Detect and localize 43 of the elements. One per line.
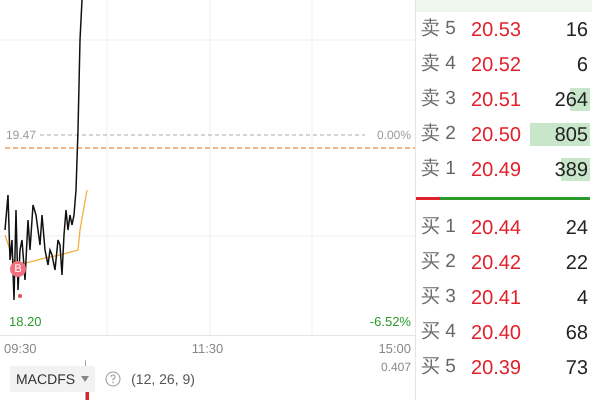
time-label: 15:00 [378, 340, 411, 358]
level-label: 买 2 [421, 250, 457, 274]
time-label: 11:30 [192, 340, 224, 358]
indicator-params: (12, 26, 9) [131, 370, 195, 389]
price-text: 20.39 [471, 356, 522, 380]
volume-text: 6 [576, 52, 588, 78]
volume-text: 16 [566, 18, 588, 42]
level-label: 卖 2 [421, 122, 457, 146]
level-label: 买 4 [421, 320, 457, 344]
price-text: 20.42 [471, 250, 522, 276]
price-text: 20.53 [471, 18, 522, 42]
volume-text: 24 [566, 216, 588, 240]
low-percent: -6.52% [370, 313, 411, 331]
price-text: 20.51 [471, 88, 522, 112]
low-price: 18.20 [9, 313, 42, 331]
indicator-value: 0.407 [380, 359, 411, 376]
volume-text: 73 [566, 356, 588, 380]
volume-text: 68 [566, 320, 588, 346]
level-label: 买 3 [421, 285, 457, 310]
volume-text: 389 [554, 158, 588, 182]
level-label: 卖 5 [421, 17, 457, 42]
price-text: 20.41 [471, 286, 522, 310]
caret-icon [81, 376, 90, 382]
price-text: 20.44 [471, 216, 522, 240]
indicator-dropdown[interactable]: MACDFS [10, 366, 96, 392]
reference-price: 19.47 [6, 127, 36, 144]
volume-text: 4 [576, 286, 588, 310]
trade-marker: B [10, 261, 26, 277]
level-label: 买 5 [421, 355, 457, 380]
level-label: 卖 1 [421, 157, 457, 182]
volume-text: 264 [554, 88, 588, 112]
price-text: 20.50 [471, 122, 522, 148]
price-text: 20.52 [471, 52, 522, 78]
time-label: 09:30 [4, 340, 37, 358]
level-label: 买 1 [421, 215, 457, 240]
help-icon[interactable] [105, 371, 122, 387]
level-label: 卖 4 [421, 52, 457, 76]
level-label: 卖 3 [421, 87, 457, 112]
volume-text: 805 [554, 122, 588, 148]
price-text: 20.49 [471, 158, 522, 182]
volume-text: 22 [566, 250, 588, 276]
reference-percent: 0.00% [376, 127, 411, 144]
price-text: 20.40 [471, 320, 522, 346]
